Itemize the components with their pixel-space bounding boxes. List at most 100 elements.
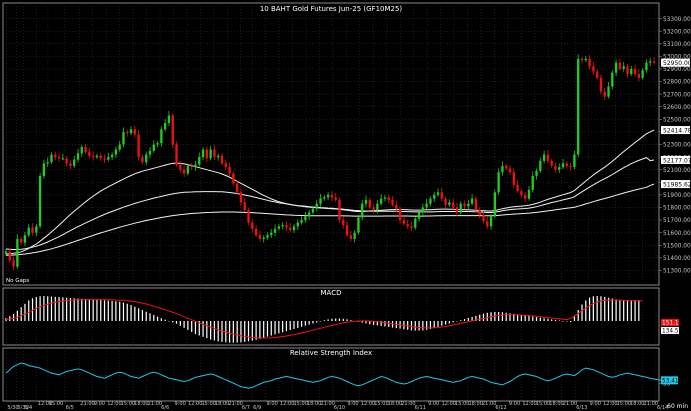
- macd-bar: [50, 296, 53, 321]
- time-axis-label: 6/12: [495, 405, 506, 411]
- macd-bar: [134, 306, 136, 321]
- candle-body: [531, 175, 534, 190]
- macd-bar: [463, 319, 466, 321]
- candle-body: [535, 170, 538, 176]
- candle-body: [516, 184, 519, 192]
- macd-bar: [293, 321, 295, 329]
- candle-body: [645, 62, 648, 71]
- rsi-tag: 53.41: [662, 379, 679, 385]
- candle-body: [179, 164, 182, 170]
- candle-body: [353, 232, 356, 239]
- candle-body: [273, 228, 277, 233]
- candle-body: [577, 58, 580, 155]
- candle-body: [474, 198, 478, 210]
- candle-body: [493, 192, 497, 217]
- candle-body: [42, 163, 46, 176]
- time-axis-label: 12:00: [361, 401, 375, 407]
- macd-bar: [84, 299, 87, 321]
- candle-body: [296, 222, 299, 227]
- price-tick-label: 52800.00: [663, 80, 691, 86]
- candle-body: [228, 167, 231, 174]
- macd-bar: [615, 299, 617, 321]
- candle-body: [126, 131, 129, 134]
- candle-body: [61, 158, 65, 160]
- macd-bar: [323, 320, 325, 321]
- candle-body: [122, 131, 125, 145]
- moving-average-line-2: [5, 157, 655, 250]
- candle-body: [217, 155, 220, 158]
- macd-bar: [58, 297, 60, 321]
- candle-body: [163, 123, 167, 130]
- price-tick-label: 51300.00: [663, 269, 691, 275]
- macd-bar: [319, 321, 322, 322]
- candle-body: [433, 194, 436, 199]
- candle-body: [626, 66, 629, 74]
- candle-body: [565, 163, 569, 166]
- macd-bar: [107, 300, 109, 321]
- macd-bar: [263, 321, 265, 338]
- macd-bar: [16, 310, 18, 321]
- time-axis-label: 15:00: [536, 401, 550, 407]
- candle-body: [156, 143, 159, 145]
- candle-body: [224, 163, 227, 168]
- candle-body: [54, 154, 57, 158]
- candle-body: [114, 149, 118, 155]
- moving-average-line-1: [5, 129, 655, 255]
- macd-bar: [172, 321, 174, 323]
- candle-body: [232, 173, 235, 184]
- macd-bar: [259, 321, 261, 339]
- macd-bar: [73, 298, 75, 321]
- macd-bar: [240, 321, 242, 343]
- macd-bar: [81, 298, 83, 321]
- time-axis-label: 9:00: [347, 401, 358, 407]
- candle-body: [448, 202, 451, 205]
- candle-body: [205, 149, 209, 159]
- macd-bar: [638, 300, 640, 321]
- candle-body: [235, 183, 239, 193]
- price-tick-label: 52600.00: [663, 105, 691, 111]
- macd-bar: [43, 296, 45, 321]
- macd-bar: [516, 314, 519, 321]
- candle-body: [497, 172, 500, 193]
- macd-bar: [115, 301, 117, 321]
- time-axis-label: 21:00: [563, 401, 577, 407]
- macd-bar: [467, 317, 469, 321]
- candle-body: [91, 155, 95, 158]
- macd-bar: [217, 321, 219, 342]
- macd-bar: [300, 321, 303, 327]
- price-tick-label: 52500.00: [663, 118, 691, 124]
- macd-bar: [486, 312, 488, 321]
- candle-body: [368, 199, 371, 208]
- candle-body: [311, 208, 315, 213]
- macd-title: MACD: [321, 289, 342, 297]
- candle-body: [406, 223, 409, 227]
- macd-bar: [244, 321, 246, 342]
- time-axis-label: 12:00: [522, 401, 536, 407]
- candle-body: [194, 164, 197, 168]
- candle-body: [523, 194, 527, 199]
- macd-bar: [335, 318, 337, 321]
- macd-bar: [47, 296, 49, 321]
- last-price-tag: 52950.00: [663, 60, 691, 67]
- price-axis: 53300.0053200.0053100.0053000.0052900.00…: [659, 17, 691, 275]
- macd-bar: [266, 321, 269, 337]
- time-axis-label: 15:00: [201, 401, 215, 407]
- macd-bar: [145, 311, 147, 321]
- candle-body: [592, 66, 595, 72]
- candle-body: [277, 226, 281, 229]
- time-axis-label: 9:00: [590, 401, 601, 407]
- time-axis-label: 18:00: [215, 401, 229, 407]
- candle-body: [652, 61, 656, 63]
- macd-bar: [630, 300, 632, 321]
- candle-body: [410, 226, 413, 228]
- candle-body: [323, 197, 326, 199]
- candle-body: [12, 260, 15, 267]
- candle-body: [190, 165, 193, 168]
- candle-body: [285, 225, 288, 228]
- macd-bar: [12, 314, 15, 321]
- macd-tag-high: 151.1: [662, 321, 679, 327]
- candle-body: [542, 154, 546, 161]
- macd-bar: [232, 321, 234, 343]
- candle-body: [148, 150, 152, 155]
- macd-bar: [69, 297, 72, 321]
